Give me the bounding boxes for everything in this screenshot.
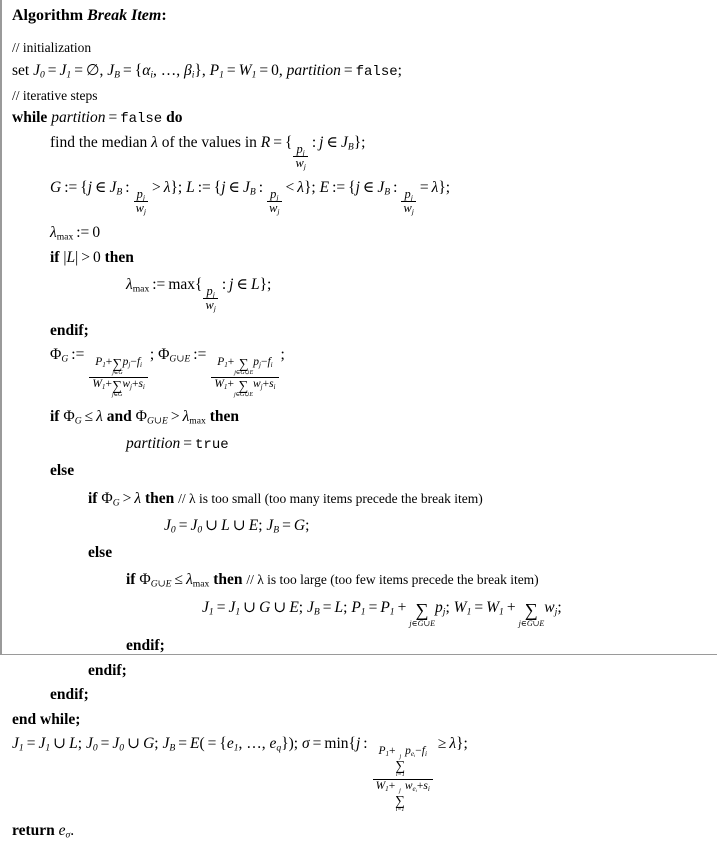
statement-final-assignment: J1 = J1 ∪ L; J0 = J0 ∪ G; JB = E(= {e1, …, eq}); σ =… <box>12 735 468 813</box>
comment-iterative-steps: // iterative steps <box>12 87 98 103</box>
set-G: G <box>50 179 62 197</box>
statement-lambda-max-init: λmax:= 0 <box>50 224 101 244</box>
statement-find-median: find the median λ of the values in R ={pj… <box>50 134 366 171</box>
statement-endif-4: endif; <box>50 686 89 704</box>
sigma: σ <box>301 735 310 753</box>
statement-endif-1: endif; <box>50 321 89 339</box>
statement-set-partition-true: partition = true <box>126 435 229 454</box>
var-JB: JB <box>107 61 120 81</box>
phi-G-fraction: P1+ ∑ j∈G pj−fi W1+ ∑ j∈G wj+si <box>89 356 148 399</box>
empty-set: ∅ <box>85 61 100 79</box>
var-P1: P1 <box>209 61 224 81</box>
statement-initialization: set J0 = J1 = ∅, JB = {αi, …, βi}, P1 = W1 = 0, pa… <box>12 61 402 81</box>
set-L: L <box>186 179 195 197</box>
beta-i: βi <box>184 61 195 81</box>
set-E: E <box>319 179 330 197</box>
statement-update-J0: J0 = J0 ∪ L ∪ E; JB = G; <box>164 517 310 536</box>
phi-G: ΦG <box>50 346 69 365</box>
title-colon: : <box>161 7 167 24</box>
statement-return: return eσ. <box>12 822 75 841</box>
algorithm-block: Algorithm Break Item: // initialization … <box>0 0 717 840</box>
var-partition: partition <box>286 61 341 79</box>
statement-define-phi: ΦG:= P1+ ∑ j∈G pj−fi W1+ ∑ j∈G wj+si ; ΦG∪E:= … <box>50 346 285 399</box>
ratio-pj-wj: pj wj <box>133 187 148 216</box>
statement-endif-2: endif; <box>126 637 165 655</box>
lambda-max: λmax <box>126 276 150 296</box>
do-keyword: do <box>166 109 183 126</box>
lambda: λ <box>151 134 158 151</box>
max-operator: max <box>168 276 195 294</box>
statement-assign-lambda-max: λmax:= max{pj wj: j ∈ L}; <box>126 276 272 314</box>
value-false: false <box>355 63 398 80</box>
statement-if-lambda-too-small: if ΦG > λ then // λ is too small (too many… <box>88 489 483 509</box>
statement-end-while: end while; <box>12 710 81 728</box>
statement-else-2: else <box>88 543 113 561</box>
statement-endif-3: endif; <box>88 661 127 679</box>
title-keyword: Algorithm <box>12 7 84 24</box>
phi-G-union-E: ΦG∪E <box>158 346 191 365</box>
return-value: eσ <box>58 822 71 841</box>
statement-while: while partition = false do <box>12 109 183 127</box>
statement-if-partition-found: if ΦG ≤ λ and ΦG∪E > λmax then <box>50 407 239 427</box>
statement-if-L-nonempty: if |L| >0 then <box>50 248 134 266</box>
var-J1: J1 <box>59 61 72 81</box>
value-true: true <box>195 437 229 454</box>
comment-too-large: // λ is too large (too few items precede… <box>246 572 539 588</box>
return-keyword: return <box>12 822 55 840</box>
lambda-max: λmax <box>50 224 74 244</box>
algorithm-title: Algorithm Break Item: <box>12 8 717 24</box>
while-keyword: while <box>12 109 48 126</box>
statement-define-GLE: G:= {j ∈ JB: pj wj > λ}; L:= {j ∈ JB: pj wj < λ}; E:={… <box>50 179 451 216</box>
ratio-pj-wj: pj wj <box>293 141 308 171</box>
var-W1: W1 <box>238 61 257 81</box>
sum-w-over-GuE: ∑ j∈G∪E <box>518 600 545 628</box>
statement-else-1: else <box>50 462 75 480</box>
comment-too-small: // λ is too small (too many items preced… <box>178 490 483 506</box>
var-R: R <box>260 134 271 151</box>
sigma-fraction: P1+ j ∑ i=1 pei−fi W1+ j ∑ i=1 wei+si <box>372 745 433 813</box>
title-name: Break Item <box>87 7 162 24</box>
alpha-i: αi <box>142 61 154 81</box>
var-J0: J0 <box>33 61 45 81</box>
statement-update-J1: J1 = J1 ∪ G ∪ E; JB = L; P1 = P1 + ∑ j∈G∪E pj; W1 = W1 + ∑… <box>202 598 562 628</box>
phi-GuE-fraction: P1+ ∑ j∈G∪E pj−fi W1+ ∑ j∈G∪E wj+si <box>211 356 279 399</box>
sum-p-over-GuE: ∑ j∈G∪E <box>409 600 436 628</box>
comment-initialization: // initialization <box>12 40 92 55</box>
statement-if-lambda-too-large: if ΦG∪E ≤ λmax then // λ is too large (too… <box>126 571 539 590</box>
min-operator: min <box>324 735 349 753</box>
set-keyword: set <box>12 61 30 79</box>
